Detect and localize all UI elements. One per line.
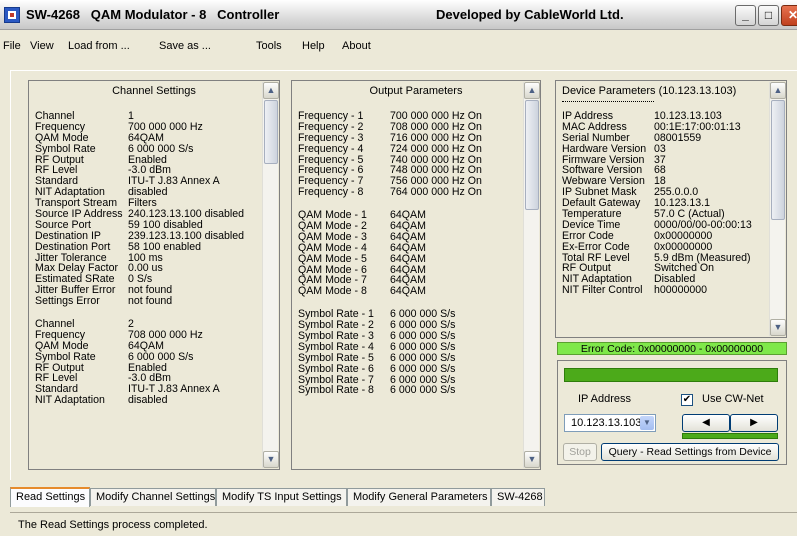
title-model: SW-4268 [26, 7, 80, 22]
tab-read-settings[interactable]: Read Settings [10, 487, 90, 507]
menu-file[interactable]: File [3, 40, 21, 52]
maximize-icon: □ [764, 8, 773, 22]
scroll-down-button[interactable]: ▼ [263, 451, 279, 468]
window-title: SW-4268 QAM Modulator - 8 Controller [26, 7, 279, 22]
connection-indicator [682, 433, 778, 439]
output-parameters-heading: Output Parameters [369, 85, 463, 97]
menu-view[interactable]: View [30, 40, 54, 52]
ip-address-label: IP Address [578, 393, 631, 405]
menu-bar: File View Load from ... Save as ... Tool… [0, 37, 797, 57]
device-parameters-heading: Device Parameters (10.123.13.103) [562, 85, 737, 97]
scroll-thumb[interactable] [264, 100, 278, 164]
channel-settings-scrollbar[interactable]: ▲ ▼ [262, 82, 279, 468]
use-cw-net-checkbox[interactable]: ✔ [681, 394, 693, 406]
query-read-settings-button[interactable]: Query - Read Settings from Device [601, 443, 779, 461]
scroll-thumb[interactable] [771, 100, 785, 220]
menu-save-as[interactable]: Save as ... [159, 40, 211, 52]
error-code-bar: Error Code: 0x00000000 - 0x00000000 [557, 342, 787, 355]
parameter-label: Settings Error [35, 295, 100, 308]
device-parameters-panel[interactable]: Device Parameters (10.123.13.103) IP Add… [555, 80, 787, 338]
arrow-right-icon: ▶ [750, 417, 758, 428]
tab-modify-channel-settings[interactable]: Modify Channel Settings [90, 488, 216, 506]
use-cw-net-label: Use CW-Net [702, 393, 764, 405]
progress-bar [564, 368, 778, 382]
maximize-button[interactable]: □ [758, 5, 779, 26]
previous-button[interactable]: ◀ [682, 414, 730, 432]
chevron-down-icon: ▼ [527, 454, 537, 464]
ip-address-combo[interactable]: 10.123.13.103 ▼ [564, 414, 656, 432]
dropdown-arrow-icon[interactable]: ▼ [640, 416, 654, 430]
close-button[interactable]: ✕ [781, 5, 797, 26]
tab-sw-4268[interactable]: SW-4268 [491, 488, 545, 506]
scroll-down-button[interactable]: ▼ [770, 319, 786, 336]
heading-divider [562, 101, 654, 102]
parameter-label: NIT Filter Control [562, 284, 643, 297]
minimize-icon: _ [742, 8, 749, 22]
menu-load-from[interactable]: Load from ... [68, 40, 130, 52]
arrow-left-icon: ◀ [702, 417, 710, 428]
scroll-up-button[interactable]: ▲ [524, 82, 540, 99]
parameter-value: 64QAM [390, 285, 426, 298]
parameter-value: 764 000 000 Hz On [390, 186, 482, 199]
parameter-label: Frequency - 8 [298, 186, 364, 199]
parameter-label: QAM Mode - 8 [298, 285, 367, 298]
chevron-down-icon: ▼ [266, 454, 276, 464]
menu-about[interactable]: About [342, 40, 371, 52]
chevron-down-icon: ▼ [773, 322, 783, 332]
parameter-value: h00000000 [654, 284, 708, 297]
checkmark-icon: ✔ [682, 394, 692, 405]
connection-controls: IP Address ✔ Use CW-Net 10.123.13.103 ▼ … [557, 360, 787, 465]
app-icon[interactable] [4, 7, 20, 23]
output-parameters-scrollbar[interactable]: ▲ ▼ [523, 82, 540, 468]
parameter-label: Symbol Rate - 8 [298, 384, 374, 397]
channel-settings-panel[interactable]: Channel Settings Channel 1 Frequency 700 00… [28, 80, 280, 470]
scroll-thumb[interactable] [525, 100, 539, 210]
chevron-up-icon: ▲ [773, 85, 783, 95]
tab-modify-general-parameters[interactable]: Modify General Parameters [347, 488, 491, 506]
status-bar: The Read Settings process completed. [10, 512, 797, 536]
next-button[interactable]: ▶ [730, 414, 778, 432]
tab-modify-ts-input-settings[interactable]: Modify TS Input Settings [216, 488, 347, 506]
menu-help[interactable]: Help [302, 40, 325, 52]
output-parameters-panel[interactable]: Output Parameters Frequency - 1 700 000 0… [291, 80, 541, 470]
parameter-label: NIT Adaptation [35, 394, 105, 407]
stop-button[interactable]: Stop [563, 443, 597, 461]
parameter-value: not found [128, 295, 173, 308]
scroll-down-button[interactable]: ▼ [524, 451, 540, 468]
device-parameters-scrollbar[interactable]: ▲ ▼ [769, 82, 786, 336]
chevron-up-icon: ▲ [527, 85, 537, 95]
parameter-value: 6 000 000 S/s [390, 384, 456, 397]
minimize-button[interactable]: _ [735, 5, 756, 26]
channel-settings-heading: Channel Settings [112, 85, 196, 97]
scroll-up-button[interactable]: ▲ [263, 82, 279, 99]
menu-tools[interactable]: Tools [256, 40, 282, 52]
title-developer: Developed by CableWorld Ltd. [436, 7, 624, 22]
scroll-up-button[interactable]: ▲ [770, 82, 786, 99]
title-bar: SW-4268 QAM Modulator - 8 Controller Dev… [0, 0, 797, 30]
chevron-up-icon: ▲ [266, 85, 276, 95]
ip-address-value: 10.123.13.103 [571, 417, 642, 429]
parameter-value: disabled [128, 394, 168, 407]
close-icon: ✕ [787, 8, 797, 22]
title-name: QAM Modulator - 8 Controller [90, 7, 280, 22]
